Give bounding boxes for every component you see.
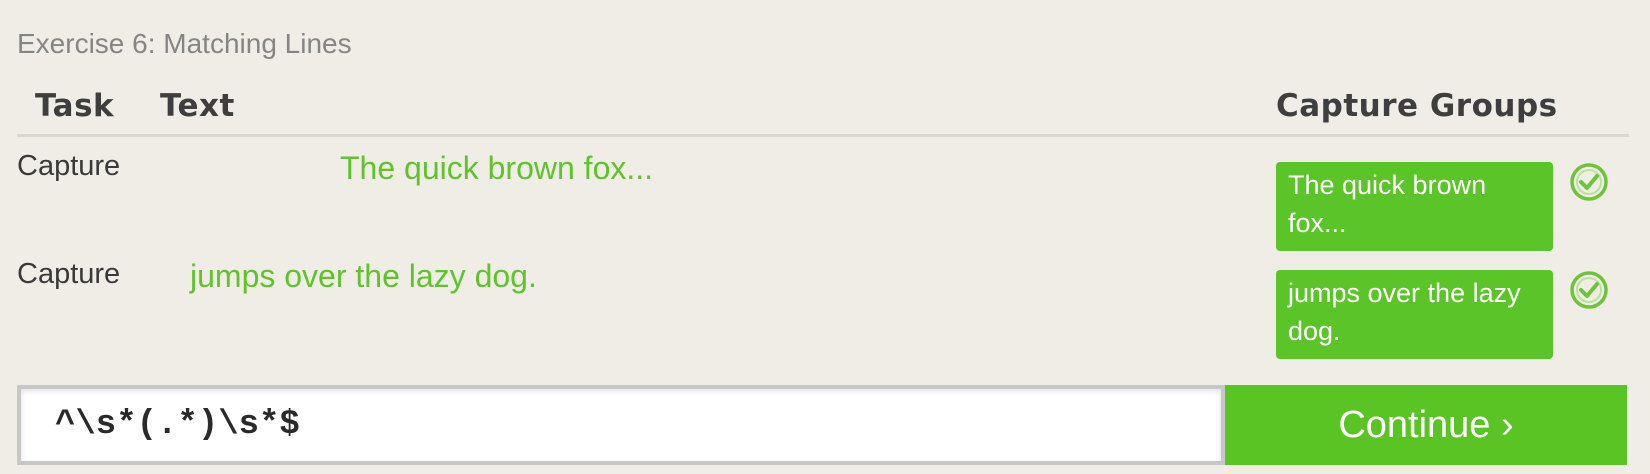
table-header: Task Text Capture Groups [17, 88, 1629, 137]
continue-button[interactable]: Continue › [1225, 385, 1627, 465]
check-circle-icon [1570, 271, 1608, 309]
line-text: jumps over the lazy dog. [190, 258, 537, 294]
capture-group-box: The quick brown fox... [1276, 162, 1553, 251]
regex-input[interactable] [17, 385, 1225, 465]
capture-group-text: The quick brown fox... [1288, 170, 1487, 238]
line-text: The quick brown fox... [340, 150, 654, 186]
header-capture-groups: Capture Groups [1276, 88, 1558, 124]
header-task: Task [35, 88, 115, 124]
capture-group-text: jumps over the lazy dog. [1288, 278, 1521, 346]
task-label: Capture [17, 258, 121, 290]
capture-group-box: jumps over the lazy dog. [1276, 270, 1553, 359]
exercise-title: Exercise 6: Matching Lines [17, 28, 352, 59]
check-circle-icon [1570, 163, 1608, 201]
header-text: Text [160, 88, 235, 124]
task-label: Capture [17, 150, 121, 182]
